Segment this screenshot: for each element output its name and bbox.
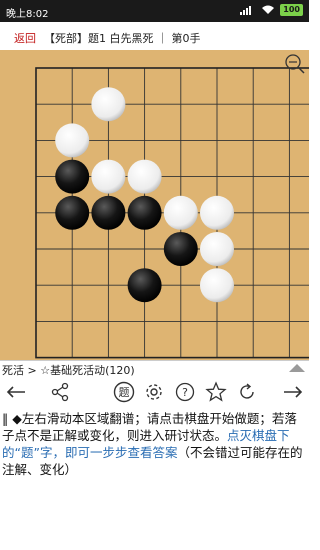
white-stone	[200, 195, 234, 230]
black-stone	[55, 159, 90, 194]
problem-icon: 题	[113, 381, 135, 403]
black-stone	[91, 195, 126, 230]
white-stone	[55, 123, 90, 158]
wifi-icon	[262, 5, 275, 14]
share-button[interactable]	[48, 380, 72, 404]
arrow-right-icon	[284, 386, 303, 398]
go-board[interactable]	[0, 50, 320, 360]
refresh-button[interactable]	[235, 380, 259, 404]
white-stone	[91, 159, 126, 194]
black-stone	[163, 232, 198, 266]
signal-icon	[240, 6, 252, 15]
share-icon	[51, 382, 69, 402]
black-stone	[127, 268, 162, 303]
collapse-handle[interactable]	[289, 364, 305, 372]
svg-text:?: ?	[182, 386, 188, 399]
favorite-button[interactable]	[204, 380, 228, 404]
go-board-grid[interactable]	[0, 50, 320, 360]
star-icon	[205, 381, 227, 402]
problem-label: 题	[119, 386, 130, 399]
black-stone	[127, 195, 162, 230]
white-stone	[91, 87, 126, 122]
problem-description[interactable]: ‖ ◆左右滑动本区域翻谱；请点击棋盘开始做题；若落子点不是正解或变化，则进入研讨…	[2, 410, 307, 478]
description-bullet: ‖	[2, 411, 9, 426]
white-stone	[127, 159, 162, 194]
black-stone	[55, 195, 90, 230]
white-stone	[200, 268, 234, 303]
help-button[interactable]: ?	[173, 380, 197, 404]
status-time: 晚上8:02	[6, 9, 49, 20]
white-stone	[163, 195, 198, 230]
gear-icon	[146, 384, 162, 400]
title-bar: 返回 【死部】题1 白先黑死 ｜ 第0手	[0, 22, 309, 50]
toolbar: 题 ?	[0, 376, 309, 408]
status-indicators: 100	[240, 4, 303, 16]
arrow-left-icon	[6, 386, 25, 398]
prev-button[interactable]	[4, 380, 28, 404]
problem-button[interactable]: 题	[112, 380, 136, 404]
next-button[interactable]	[281, 380, 305, 404]
breadcrumb-bar: 死活 > ☆基础死活动(120)	[0, 360, 309, 377]
battery-icon: 100	[280, 4, 303, 16]
status-bar: 晚上8:02 100	[0, 0, 309, 22]
question-icon: ?	[175, 382, 195, 402]
page-title: 【死部】题1 白先黑死 ｜ 第0手	[44, 32, 201, 45]
bottom-area	[0, 520, 309, 550]
refresh-icon	[240, 383, 254, 399]
back-button[interactable]: 返回	[14, 30, 36, 46]
white-stone	[200, 232, 234, 266]
settings-button[interactable]	[142, 380, 166, 404]
